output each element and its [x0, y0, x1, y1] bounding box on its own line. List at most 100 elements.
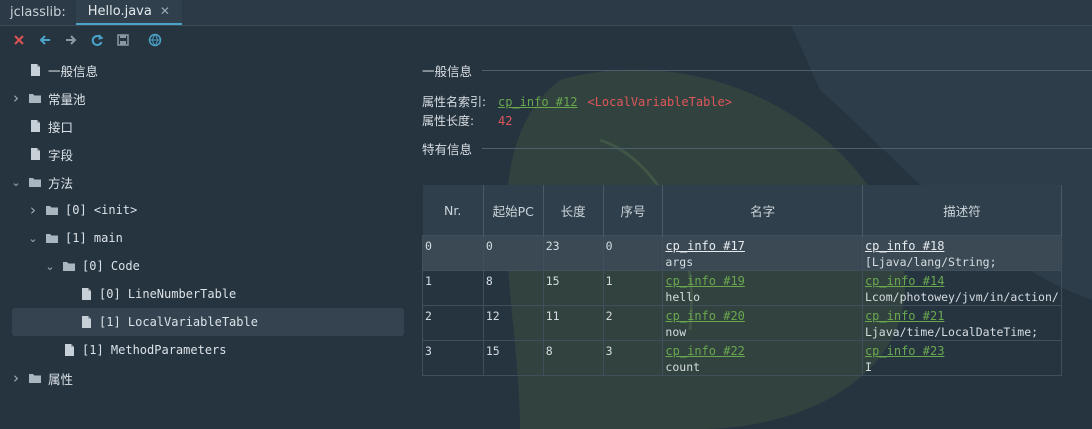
table-row[interactable]: 2 12 11 2 cp_info #20 now cp_info #21 Ljava/tim…	[422, 305, 1063, 341]
cell-nr: 0	[422, 235, 484, 271]
chevron-down-icon[interactable]: ⌄	[44, 260, 56, 273]
cell-len: 15	[542, 270, 604, 306]
forward-icon	[66, 35, 77, 45]
chevron-right-icon[interactable]: ›	[27, 201, 39, 219]
cp-info-link[interactable]: cp_info #14	[865, 274, 944, 288]
folder-icon	[63, 262, 75, 271]
globe-icon	[148, 33, 162, 47]
column-header-nr[interactable]: Nr.	[422, 185, 484, 236]
tree-item-label: [0] Code	[82, 259, 140, 273]
column-header-length[interactable]: 长度	[543, 185, 604, 236]
cell-desc: cp_info #14 Lcom/photowey/jvm/in/action/	[861, 270, 1063, 306]
tree-item[interactable]: › 常量池	[0, 84, 412, 112]
tree-item-label: [0] <init>	[65, 203, 138, 217]
cell-pc: 12	[482, 305, 544, 341]
cell-desc: cp_info #18 [Ljava/lang/String;	[861, 235, 1063, 271]
tree-item[interactable]: 接口	[0, 112, 412, 140]
cell-pc: 15	[482, 340, 544, 376]
table-header-row: Nr. 起始PC 长度 序号 名字 描述符	[422, 185, 1063, 236]
cp-info-link[interactable]: cp_info #23	[865, 344, 944, 358]
general-info-title: 一般信息	[422, 63, 473, 79]
close-button[interactable]	[8, 29, 30, 51]
cell-pc: 0	[482, 235, 544, 271]
tree-item[interactable]: › 属性	[0, 364, 412, 392]
cell-name: cp_info #20 now	[662, 305, 863, 341]
close-icon	[14, 35, 24, 45]
table-row[interactable]: 0 0 23 0 cp_info #17 args cp_info #18 [Ljava/la…	[422, 235, 1063, 271]
tree-item[interactable]: ⌄ [0] Code	[0, 252, 412, 280]
cell-idx: 1	[602, 270, 664, 306]
tree-item-label: 一般信息	[48, 63, 99, 79]
variable-name: now	[665, 325, 687, 339]
file-icon	[82, 316, 91, 328]
save-button[interactable]	[112, 29, 134, 51]
tree-item[interactable]: ⌄ [1] main	[0, 224, 412, 252]
back-button[interactable]	[34, 29, 56, 51]
variable-descriptor: Ljava/time/LocalDateTime;	[864, 325, 1039, 339]
chevron-down-icon[interactable]: ⌄	[27, 232, 39, 245]
local-variable-table: Nr. 起始PC 长度 序号 名字 描述符 0 0 23 0 cp_info #17 ar…	[422, 185, 1063, 376]
general-info-header: 一般信息	[422, 56, 1092, 84]
refresh-icon	[91, 34, 104, 46]
folder-icon	[46, 234, 58, 243]
browser-button[interactable]	[144, 29, 166, 51]
folder-icon	[29, 94, 41, 103]
forward-button[interactable]	[60, 29, 82, 51]
cell-idx: 2	[602, 305, 664, 341]
cp-info-link[interactable]: cp_info #17	[665, 239, 744, 253]
tab-label: Hello.java	[87, 4, 152, 19]
tree-item[interactable]: › [0] <init>	[0, 196, 412, 224]
tree-item-label: 接口	[48, 119, 74, 135]
variable-descriptor: I	[864, 360, 872, 374]
tree-item[interactable]: [1] LocalVariableTable	[12, 308, 404, 336]
file-icon	[82, 288, 91, 300]
tree-item-label: 方法	[48, 175, 74, 191]
tree-item[interactable]: 一般信息	[0, 56, 412, 84]
tab-close-icon[interactable]: ✕	[160, 0, 170, 24]
column-header-index[interactable]: 序号	[603, 185, 664, 236]
cp-info-link[interactable]: cp_info #22	[665, 344, 744, 358]
cell-name: cp_info #22 count	[662, 340, 863, 376]
attribute-name-index-link[interactable]: cp_info #12	[498, 95, 577, 109]
table-row[interactable]: 3 15 8 3 cp_info #22 count cp_info #23 I	[422, 340, 1063, 376]
tab-hello-java[interactable]: Hello.java ✕	[75, 0, 182, 25]
divider	[482, 69, 1092, 71]
specific-info-title: 特有信息	[422, 141, 473, 157]
tree-item-label: 字段	[48, 147, 74, 163]
specific-info-header: 特有信息	[422, 134, 1092, 162]
column-header-name[interactable]: 名字	[662, 185, 863, 236]
chevron-down-icon[interactable]: ⌄	[10, 176, 22, 189]
tree-item-label: [1] main	[65, 231, 123, 245]
cp-info-link[interactable]: cp_info #19	[665, 274, 744, 288]
cp-info-link[interactable]: cp_info #18	[865, 239, 944, 253]
file-icon	[31, 64, 40, 76]
attribute-name-index-row: 属性名索引: cp_info #12 <LocalVariableTable>	[422, 92, 1092, 111]
tree-item[interactable]: [0] LineNumberTable	[0, 280, 412, 308]
folder-icon	[46, 206, 58, 215]
column-header-start-pc[interactable]: 起始PC	[483, 185, 544, 236]
tree-item[interactable]: [1] MethodParameters	[0, 336, 412, 364]
attribute-name-value: <LocalVariableTable>	[587, 94, 732, 109]
cell-desc: cp_info #23 I	[861, 340, 1063, 376]
cell-nr: 3	[422, 340, 484, 376]
cell-idx: 3	[602, 340, 664, 376]
tree-item[interactable]: ⌄ 方法	[0, 168, 412, 196]
chevron-right-icon[interactable]: ›	[10, 89, 22, 107]
tree-item-label: 常量池	[48, 91, 86, 107]
cp-info-link[interactable]: cp_info #20	[665, 309, 744, 323]
variable-name: hello	[665, 290, 701, 304]
cp-info-link[interactable]: cp_info #21	[865, 309, 944, 323]
column-header-descriptor[interactable]: 描述符	[862, 185, 1063, 236]
cell-idx: 0	[602, 235, 664, 271]
attribute-length-label: 属性长度:	[422, 114, 475, 128]
table-row[interactable]: 1 8 15 1 cp_info #19 hello cp_info #14 Lcom/pho…	[422, 270, 1063, 306]
back-icon	[39, 35, 50, 45]
tree-item[interactable]: 字段	[0, 140, 412, 168]
chevron-right-icon[interactable]: ›	[10, 369, 22, 387]
attribute-name-index-label: 属性名索引:	[422, 95, 487, 109]
variable-name: args	[665, 255, 694, 269]
cell-len: 8	[542, 340, 604, 376]
folder-icon	[29, 374, 41, 383]
refresh-button[interactable]	[86, 29, 108, 51]
divider	[482, 147, 1092, 149]
